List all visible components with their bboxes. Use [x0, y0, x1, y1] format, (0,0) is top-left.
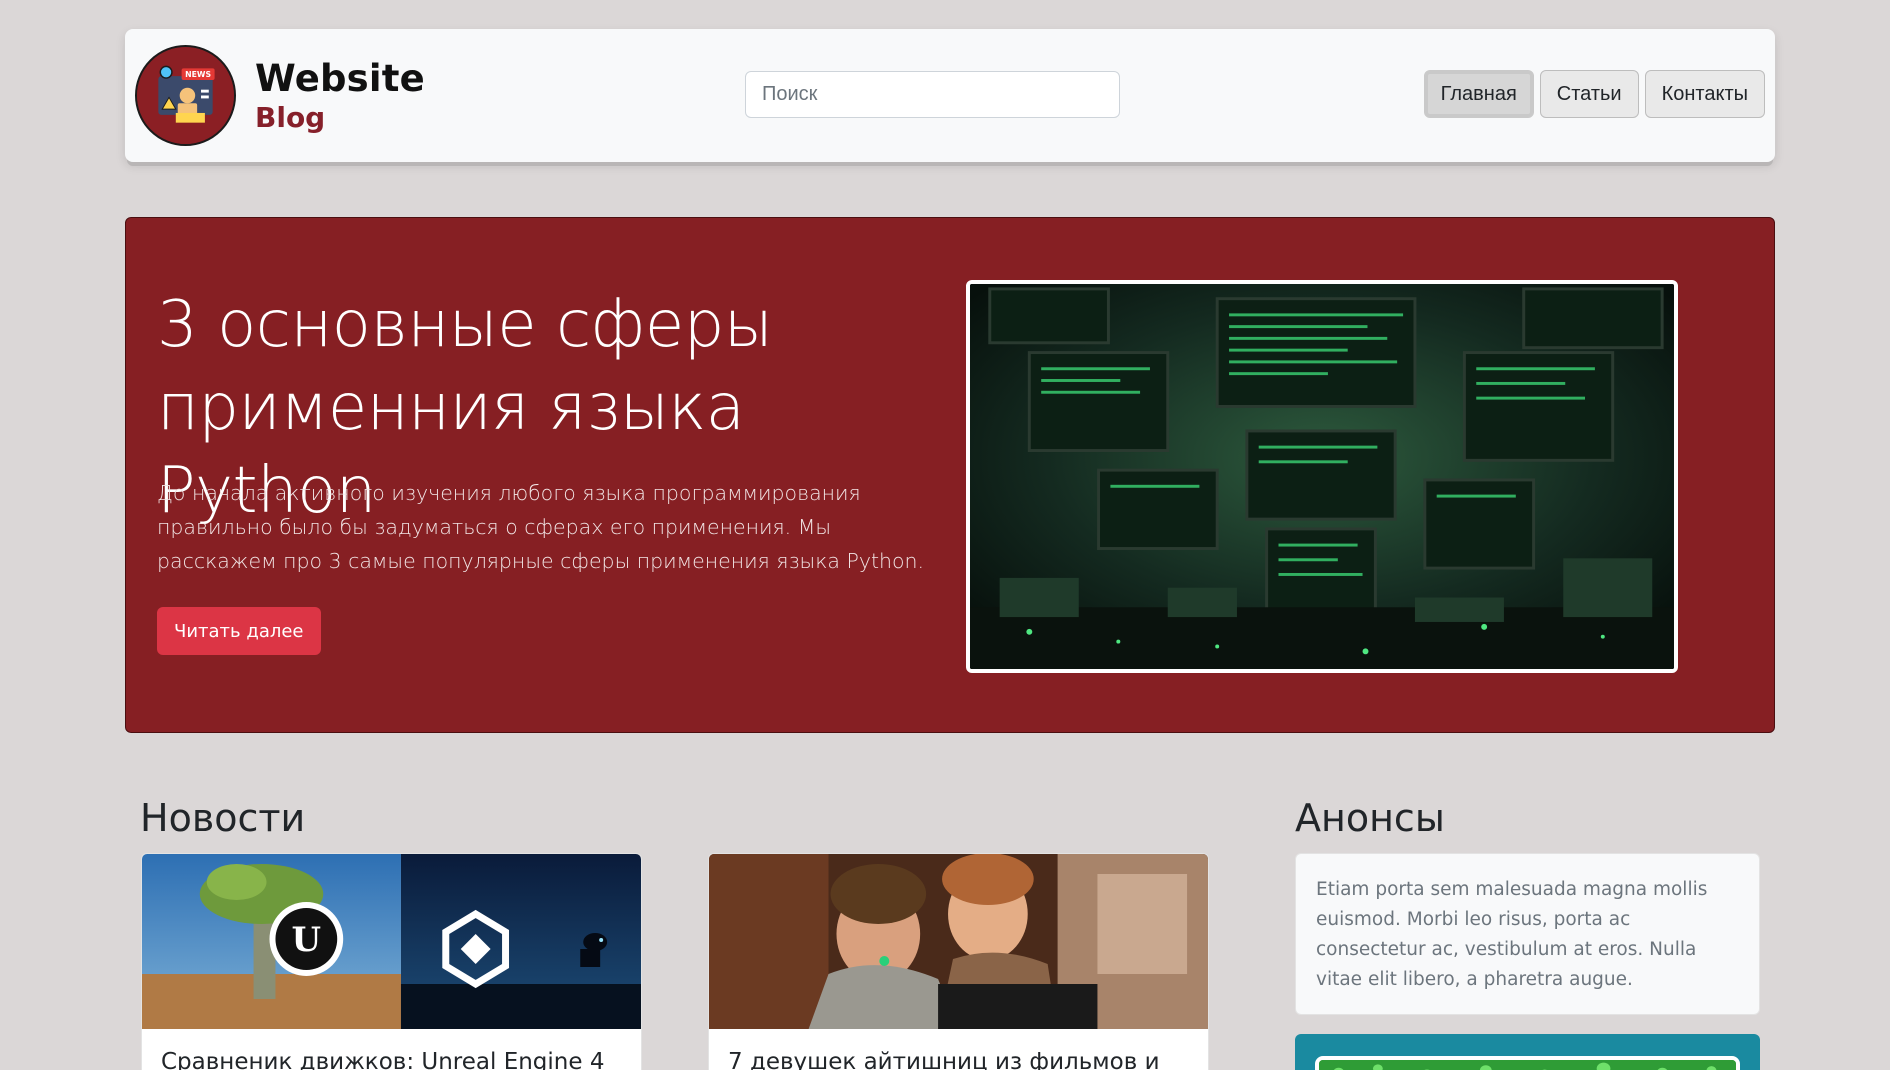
- news-card-title[interactable]: Сравненик движков: Unreal Engine 4: [142, 1029, 641, 1070]
- site-header: NEWS Website Blog Главная Статьи Контакт…: [125, 29, 1775, 162]
- announcement-text: Etiam porta sem malesuada magna mollis e…: [1295, 853, 1760, 1015]
- brand-title[interactable]: Website: [255, 57, 425, 100]
- news-card[interactable]: 7 девушек айтишниц из фильмов и: [708, 853, 1209, 1070]
- nav-contacts-button[interactable]: Контакты: [1644, 70, 1765, 118]
- two-men-laptop-image: [709, 854, 1208, 1029]
- hero-banner: 3 основные сферы применния языка Python …: [125, 217, 1775, 733]
- news-card-title[interactable]: 7 девушек айтишниц из фильмов и: [709, 1029, 1208, 1070]
- unreal-vs-unity-image: U: [142, 854, 641, 1029]
- search-input[interactable]: [745, 71, 1120, 118]
- hero-description: До начала активного изучения любого язык…: [157, 481, 925, 573]
- news-logo-icon[interactable]: NEWS: [135, 45, 236, 146]
- brand-subtitle[interactable]: Blog: [255, 101, 325, 134]
- announcement-banner[interactable]: [1295, 1034, 1760, 1070]
- nav-articles-button[interactable]: Статьи: [1539, 70, 1639, 118]
- announcements-section-title: Анонсы: [1295, 796, 1445, 840]
- read-more-button[interactable]: Читать далее: [157, 607, 321, 655]
- logo-news-text: NEWS: [185, 70, 211, 79]
- announcement-image: [1315, 1056, 1740, 1070]
- computer-monitors-image: [966, 280, 1678, 673]
- svg-text:U: U: [292, 920, 322, 960]
- news-card[interactable]: U Сравненик движков: Unreal Engine 4: [141, 853, 642, 1070]
- news-section-title: Новости: [140, 796, 306, 840]
- nav-home-button[interactable]: Главная: [1423, 70, 1534, 118]
- main-nav: Главная Статьи Контакты: [1423, 70, 1765, 118]
